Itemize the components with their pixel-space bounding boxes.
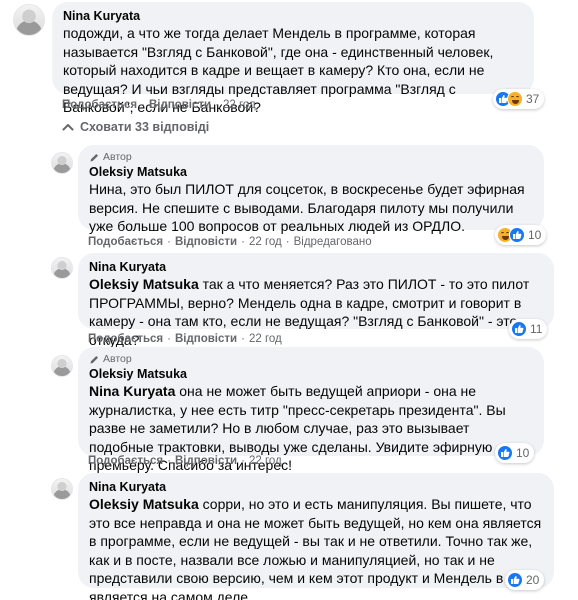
comment-bubble: Nina Kuryata подожди, а что же тогда дел… xyxy=(52,2,534,115)
author-badge: Автор xyxy=(89,353,533,365)
reactions-count: 11 xyxy=(530,322,543,336)
reactions-summary[interactable]: 11 xyxy=(509,319,548,339)
mention-link[interactable]: Oleksiy Matsuka xyxy=(89,276,199,292)
avatar[interactable] xyxy=(13,4,45,36)
reactions-count: 10 xyxy=(528,228,542,242)
edited-label[interactable]: Відредаговано xyxy=(294,236,372,248)
comment-text: Oleksiy Matsuka сорри, но это и есть ман… xyxy=(89,496,542,600)
reply-button[interactable]: Відповісти xyxy=(149,99,211,111)
reply-button[interactable]: Відповісти xyxy=(175,236,237,248)
comment-bubble: Nina Kuryata Oleksiy Matsuka сорри, но э… xyxy=(78,473,554,600)
comment-bubble: Nina Kuryata Oleksiy Matsuka так а что м… xyxy=(78,253,554,348)
author-name[interactable]: Nina Kuryata xyxy=(89,479,543,495)
pen-icon xyxy=(90,153,98,161)
reactions-summary[interactable]: 10 xyxy=(495,443,535,463)
like-button[interactable]: Подобається xyxy=(88,455,163,467)
author-name[interactable]: Nina Kuryata xyxy=(63,8,523,24)
like-icon xyxy=(511,321,527,337)
like-button[interactable]: Подобається xyxy=(88,333,163,345)
hide-replies-toggle[interactable]: Сховати 33 відповіді xyxy=(62,120,209,134)
author-badge: Автор xyxy=(89,151,533,163)
timestamp[interactable]: 22 год xyxy=(249,455,282,467)
author-name[interactable]: Oleksiy Matsuka xyxy=(89,164,533,180)
timestamp[interactable]: 22 год xyxy=(223,99,256,111)
comment-actions: Подобається · Відповісти · 22 год xyxy=(88,455,282,467)
reactions-summary[interactable]: 20 xyxy=(505,570,545,590)
haha-icon xyxy=(507,91,523,107)
timestamp[interactable]: 22 год xyxy=(249,236,282,248)
hide-replies-label: Сховати 33 відповіді xyxy=(80,120,210,134)
comment-bubble: Автор Oleksiy Matsuka Нина, это был ПИЛО… xyxy=(78,145,544,234)
timestamp[interactable]: 22 год xyxy=(249,333,282,345)
like-button[interactable]: Подобається xyxy=(62,99,137,111)
like-button[interactable]: Подобається xyxy=(88,236,163,248)
avatar[interactable] xyxy=(51,355,73,377)
reactions-count: 37 xyxy=(526,92,540,106)
pen-icon xyxy=(90,355,98,363)
avatar[interactable] xyxy=(51,152,73,174)
reactions-summary[interactable]: 37 xyxy=(493,89,545,109)
like-icon xyxy=(509,227,525,243)
comment-actions: Подобається · Відповісти · 22 год xyxy=(62,99,256,111)
like-icon xyxy=(507,572,523,588)
mention-link[interactable]: Oleksiy Matsuka xyxy=(89,496,199,512)
reactions-summary[interactable]: 10 xyxy=(495,225,547,245)
comment-text: Нина, это был ПИЛОТ для соцсеток, в воск… xyxy=(89,181,525,234)
author-name[interactable]: Oleksiy Matsuka xyxy=(89,366,533,382)
reactions-count: 10 xyxy=(516,446,530,460)
avatar[interactable] xyxy=(51,257,73,279)
comment-actions: Подобається · Відповісти · 22 год xyxy=(88,333,282,345)
comment-actions: Подобається · Відповісти · 22 год · Відр… xyxy=(88,236,372,248)
reactions-count: 20 xyxy=(526,573,540,587)
reply-button[interactable]: Відповісти xyxy=(175,333,237,345)
like-icon xyxy=(497,445,513,461)
comment-bubble: Автор Oleksiy Matsuka Nina Kuryata она н… xyxy=(78,347,544,473)
chevron-up-icon xyxy=(62,124,74,131)
reply-button[interactable]: Відповісти xyxy=(175,455,237,467)
avatar[interactable] xyxy=(51,478,73,500)
author-name[interactable]: Nina Kuryata xyxy=(89,259,543,275)
mention-link[interactable]: Nina Kuryata xyxy=(89,383,175,399)
